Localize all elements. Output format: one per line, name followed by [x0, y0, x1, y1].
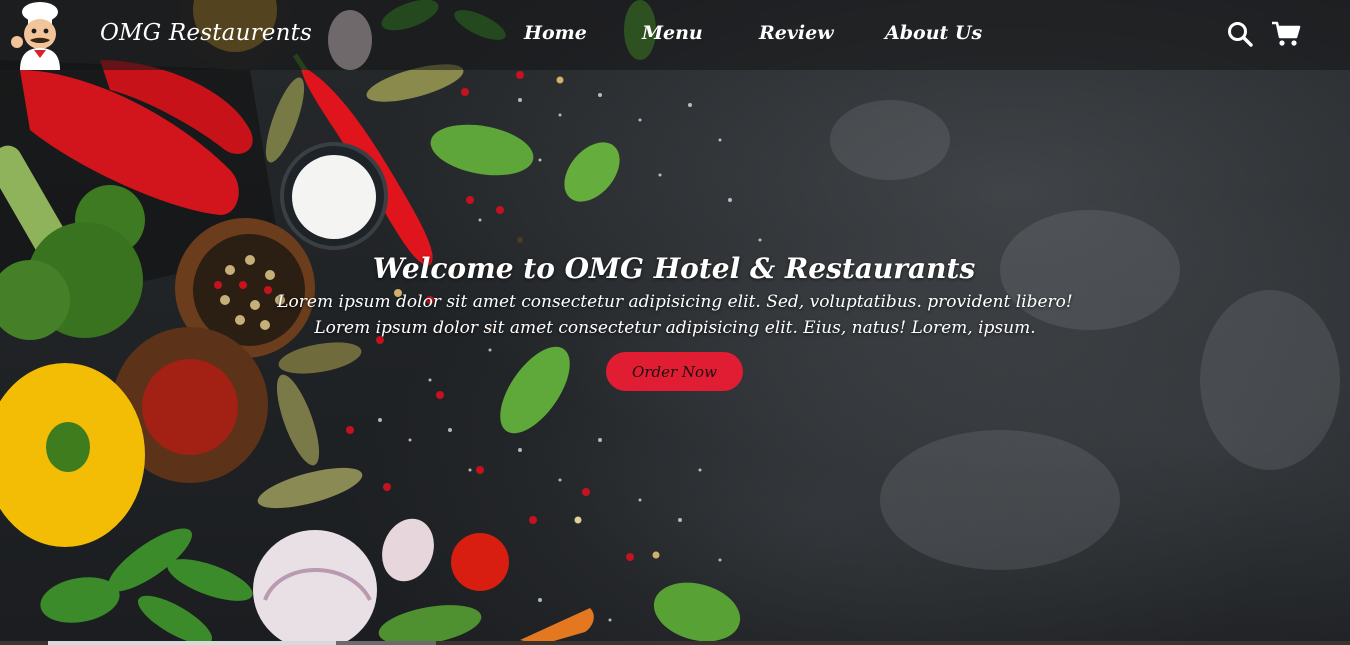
- hero-content: Welcome to OMG Hotel & Restaurants Lorem…: [0, 252, 1350, 341]
- order-now-button[interactable]: Order Now: [606, 352, 743, 391]
- cart-icon[interactable]: [1271, 20, 1301, 48]
- search-icon[interactable]: [1226, 20, 1254, 48]
- hero-title: Welcome to OMG Hotel & Restaurants: [372, 252, 976, 285]
- nav-item-review[interactable]: Review: [759, 22, 834, 44]
- nav-links: Home Menu Review About Us: [0, 22, 1350, 52]
- nav-item-about-us[interactable]: About Us: [885, 22, 982, 44]
- hero-description-line-1: Lorem ipsum dolor sit amet consectetur a…: [277, 292, 1073, 312]
- nav-item-home[interactable]: Home: [524, 22, 587, 44]
- bottom-edge-strip: [0, 641, 1350, 645]
- hero-section: OMG Restaurents Home Menu Review About U…: [0, 0, 1350, 645]
- nav-item-menu[interactable]: Menu: [642, 22, 703, 44]
- top-navbar: OMG Restaurents Home Menu Review About U…: [0, 0, 1350, 70]
- bottom-strip-highlight: [48, 641, 336, 645]
- bottom-strip-segment: [336, 641, 436, 645]
- hero-description-line-2: Lorem ipsum dolor sit amet consectetur a…: [314, 318, 1036, 338]
